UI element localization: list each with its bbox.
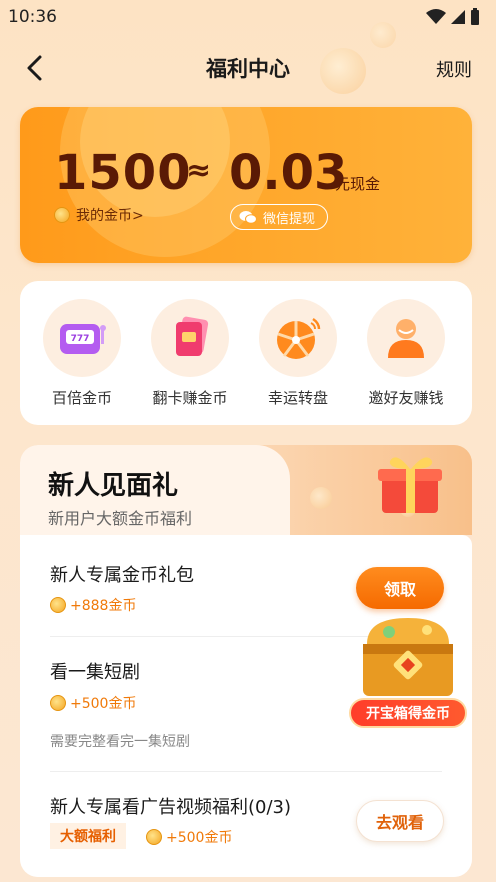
big-benefit-badge: 大额福利 — [50, 823, 126, 849]
treasure-chest-icon — [363, 618, 453, 696]
my-coins-link[interactable]: 我的金币> — [54, 205, 144, 225]
wifi-icon — [426, 9, 446, 24]
task-note: 需要完整看完一集短剧 — [50, 734, 190, 750]
task-title: 看一集短剧 — [50, 662, 140, 683]
decor-coin — [310, 487, 332, 509]
coins-balance: 1500 — [54, 145, 192, 201]
my-coins-label: 我的金币> — [76, 208, 144, 224]
task-reward: +888金币 — [50, 595, 136, 615]
gift-subtitle: 新用户大额金币福利 — [48, 509, 193, 528]
treasure-label: 开宝箱得金币 — [349, 698, 467, 728]
status-time: 10:36 — [8, 7, 57, 27]
game-label: 翻卡赚金币 — [152, 389, 228, 407]
lucky-wheel-icon — [277, 317, 321, 359]
back-arrow-icon[interactable] — [20, 52, 52, 84]
task-reward-text: +888金币 — [70, 598, 137, 614]
game-lucky-wheel[interactable]: 幸运转盘 — [244, 299, 352, 408]
gift-title: 新人见面礼 — [48, 471, 179, 501]
cash-balance: 0.03 — [229, 145, 348, 201]
game-invite-friend[interactable]: 邀好友赚钱 — [352, 299, 460, 408]
coin-icon — [54, 207, 70, 223]
coin-icon — [146, 829, 162, 845]
flip-card-icon — [176, 316, 209, 356]
game-hundredfold-coins[interactable]: 777 百倍金币 — [28, 299, 136, 408]
svg-text:777: 777 — [71, 334, 90, 344]
wechat-icon — [239, 211, 257, 224]
game-label: 幸运转盘 — [267, 389, 328, 407]
cash-unit: 元现金 — [335, 175, 381, 193]
task-reward-text: +500金币 — [166, 830, 233, 846]
page-title: 福利中心 — [206, 57, 290, 81]
task-reward: +500金币 — [146, 827, 232, 847]
game-label: 邀好友赚钱 — [368, 389, 444, 407]
coin-icon — [50, 695, 66, 711]
games-card: 777 百倍金币 翻卡赚金币 幸运转盘 邀好友赚钱 — [20, 281, 472, 425]
task-reward-text: +500金币 — [70, 696, 137, 712]
balance-card: 1500 ≈ 0.03 元现金 我的金币> 微信提现 — [20, 107, 472, 263]
battery-icon — [471, 8, 479, 25]
gift-box-icon — [378, 457, 442, 513]
watch-ad-button[interactable]: 去观看 — [356, 800, 444, 842]
wechat-withdraw-button[interactable]: 微信提现 — [230, 204, 329, 230]
header: 福利中心 规则 — [0, 42, 496, 94]
claim-button[interactable]: 领取 — [356, 567, 444, 609]
rules-link[interactable]: 规则 — [436, 56, 472, 82]
treasure-chest-button[interactable]: 开宝箱得金币 — [349, 610, 467, 730]
game-icon-bg — [259, 299, 337, 377]
task-reward: +500金币 — [50, 693, 136, 713]
game-icon-bg: 777 — [43, 299, 121, 377]
approx-sign: ≈ — [186, 153, 212, 188]
divider — [50, 771, 442, 772]
game-label: 百倍金币 — [51, 389, 112, 407]
task-title: 新人专属金币礼包 — [50, 565, 194, 586]
invite-friend-icon — [388, 319, 424, 358]
slot-machine-icon: 777 — [60, 324, 106, 354]
coin-icon — [50, 597, 66, 613]
status-bar: 10:36 — [0, 0, 496, 34]
status-icons — [426, 8, 480, 26]
task-title: 新人专属看广告视频福利(0/3) — [50, 797, 292, 818]
gift-header-tab: 新人见面礼 新用户大额金币福利 — [20, 445, 290, 537]
game-flip-card[interactable]: 翻卡赚金币 — [136, 299, 244, 408]
game-icon-bg — [151, 299, 229, 377]
signal-icon — [451, 10, 465, 24]
game-icon-bg — [367, 299, 445, 377]
withdraw-label: 微信提现 — [263, 211, 316, 227]
